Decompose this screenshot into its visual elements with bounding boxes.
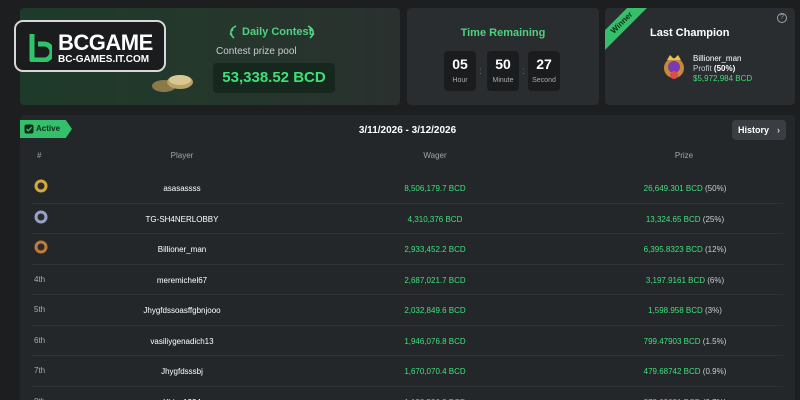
brand-logo[interactable]: BCGAME BC-GAMES.IT.COM <box>14 20 166 72</box>
row-prize: 799.47903 BCD (1.5%) <box>610 337 760 346</box>
brand-url: BC-GAMES.IT.COM <box>58 54 150 65</box>
table-row[interactable]: 5th Jhygfdssoasffgbnjooo 2,032,849.6 BCD 1,… <box>20 295 795 325</box>
champion-profit: Profit (50%) <box>693 64 736 73</box>
row-prize-amount: 1,598.958 BCD <box>648 306 703 315</box>
row-prize-amount: 3,197.9161 BCD <box>645 275 706 285</box>
row-player[interactable]: Jhygfdssoasffgbnjooo <box>112 306 252 315</box>
row-prize-amount: 13,324.65 BCD <box>645 214 701 224</box>
column-prize: Prize <box>674 151 694 160</box>
row-prize: 6,395.8323 BCD (12%) <box>610 245 760 254</box>
history-button-label: History <box>738 125 770 135</box>
chevron-right-icon: › <box>777 125 780 135</box>
silver-medal-icon <box>34 210 48 223</box>
laurel-right-icon <box>307 25 315 39</box>
table-row[interactable]: Billioner_man 2,933,452.2 BCD 6,395.8323 B… <box>20 234 795 264</box>
row-player[interactable]: TG-SH4NERLOBBY <box>112 215 252 224</box>
brand-name: BCGAME <box>58 30 153 55</box>
row-prize-percent: (1.5%) <box>702 336 727 346</box>
timer-minutes-value: 50 <box>495 56 511 72</box>
row-player[interactable]: vasiliygenadich13 <box>112 337 252 346</box>
row-prize-percent: (3%) <box>705 306 722 315</box>
leaderboard-panel: Active 3/11/2026 - 3/12/2026 History › #… <box>20 115 795 400</box>
row-rank: 7th <box>34 366 46 375</box>
date-range: 3/11/2026 - 3/12/2026 <box>358 125 457 136</box>
column-rank: # <box>37 151 42 160</box>
row-wager: 1,946,076.8 BCD <box>404 336 466 346</box>
row-prize: 1,598.958 BCD (3%) <box>610 306 760 315</box>
row-prize-percent: (50%) <box>705 184 727 193</box>
table-header: # Player Wager Prize <box>20 151 795 167</box>
row-rank: 4th <box>34 274 46 284</box>
last-champion-card: Winner Last Champion ? Billioner_man Pro… <box>605 8 795 105</box>
row-prize-amount: 479.68742 BCD <box>643 367 701 376</box>
row-prize-percent: (12%) <box>705 245 727 254</box>
timer-separator: : <box>479 66 482 77</box>
table-row[interactable]: 7th Jhygfdsssbj 1,670,070.4 BCD 479.68742 B… <box>20 356 795 386</box>
row-rank: 5th <box>34 305 46 314</box>
contest-subtitle: Contest prize pool <box>216 46 297 57</box>
row-prize-percent: (25%) <box>702 214 725 224</box>
timer-hours-value: 05 <box>452 56 468 72</box>
help-icon[interactable]: ? <box>777 13 787 23</box>
champion-name: Billioner_man <box>693 54 742 63</box>
row-prize-amount: 6,395.8323 BCD <box>643 245 703 254</box>
table-row[interactable]: 4th meremichel67 2,687,021.7 BCD 3,197.9161… <box>20 265 795 295</box>
timer-hours-label: Hour <box>452 77 468 84</box>
contest-title: Daily Contest <box>242 26 313 38</box>
timer-seconds: 27 Second <box>528 51 560 91</box>
timer-seconds-value: 27 <box>536 56 552 72</box>
history-button[interactable]: History › <box>732 120 786 140</box>
last-champion-title: Last Champion <box>650 27 730 39</box>
row-player[interactable]: Billioner_man <box>112 245 252 254</box>
winner-ribbon: Winner <box>605 8 652 53</box>
timer-minutes-label: Minute <box>492 77 514 84</box>
row-prize-percent: (6%) <box>707 275 725 285</box>
table-row[interactable]: 8thXhiyp12341,138,536.3 BCD373.09021 BCD… <box>20 387 795 400</box>
time-remaining-title: Time Remaining <box>460 27 546 39</box>
row-wager: 1,670,070.4 BCD <box>404 367 466 376</box>
row-player[interactable]: meremichel67 <box>112 276 252 285</box>
gold-medal-icon <box>34 179 48 193</box>
bc-logo-icon <box>29 34 52 62</box>
row-wager: 2,032,849.6 BCD <box>404 306 466 315</box>
row-player[interactable]: asasassss <box>112 184 252 193</box>
row-player[interactable]: Jhygfdsssbj <box>112 367 252 376</box>
row-prize-percent: (0.9%) <box>702 367 727 376</box>
table-row[interactable]: asasassss 8,506,179.7 BCD 26,649.301 BCD (… <box>20 173 795 203</box>
champion-avatar <box>664 55 684 79</box>
row-wager: 2,933,452.2 BCD <box>404 245 466 254</box>
bronze-medal-icon <box>34 240 48 254</box>
row-prize: 13,324.65 BCD (25%) <box>610 215 760 224</box>
time-remaining-card: Time Remaining 05 Hour : 50 Minute : 27 … <box>407 8 599 105</box>
timer-hours: 05 Hour <box>444 51 476 91</box>
prize-pool-value: 53,338.52 BCD <box>213 63 335 93</box>
row-prize-amount: 26,649.301 BCD <box>643 184 703 193</box>
row-rank: 6th <box>34 335 46 345</box>
row-wager: 2,687,021.7 BCD <box>404 275 466 285</box>
row-prize: 3,197.9161 BCD (6%) <box>610 276 760 285</box>
column-player: Player <box>170 151 194 160</box>
column-wager: Wager <box>423 151 447 160</box>
row-prize-amount: 799.47903 BCD <box>643 336 701 346</box>
timer-seconds-label: Second <box>532 77 556 84</box>
row-rank: 8th <box>34 397 45 400</box>
timer-separator: : <box>522 66 525 77</box>
row-wager: 4,310,376 BCD <box>407 214 463 224</box>
row-prize: 26,649.301 BCD (50%) <box>610 184 760 193</box>
timer-minutes: 50 Minute <box>487 51 519 91</box>
table-row[interactable]: 6th vasiliygenadich13 1,946,076.8 BCD 799.4… <box>20 326 795 356</box>
row-wager: 8,506,179.7 BCD <box>404 184 466 193</box>
table-row[interactable]: TG-SH4NERLOBBY 4,310,376 BCD 13,324.65 BCD… <box>20 204 795 234</box>
champion-amount: $5,972,984 BCD <box>693 74 753 83</box>
laurel-left-icon <box>229 25 237 39</box>
row-prize: 479.68742 BCD (0.9%) <box>610 367 760 376</box>
